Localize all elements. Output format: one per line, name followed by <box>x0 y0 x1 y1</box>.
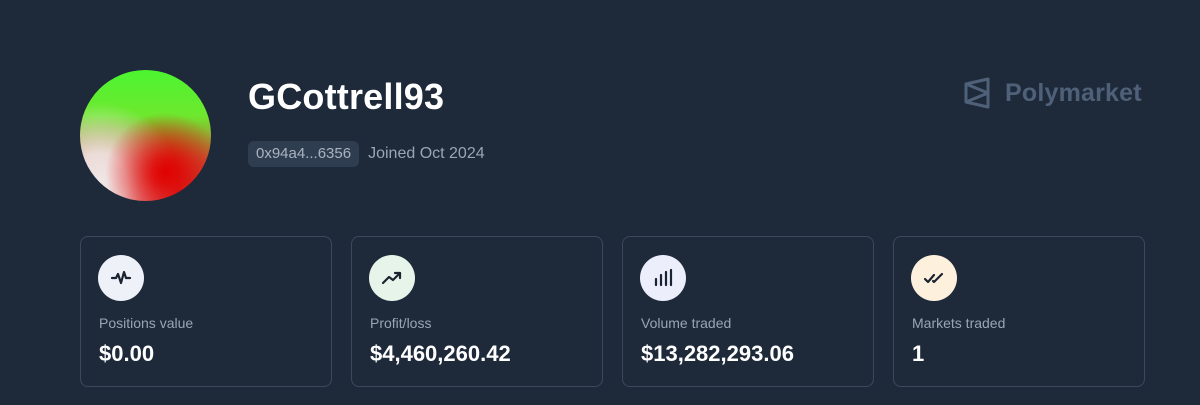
stat-card-positions-value: Positions value $0.00 <box>80 236 332 387</box>
username: GCottrell93 <box>248 76 445 117</box>
double-check-icon <box>911 255 957 301</box>
joined-date: Joined Oct 2024 <box>368 145 485 162</box>
stat-value: $0.00 <box>99 341 155 366</box>
stat-card-volume-traded: Volume traded $13,282,293.06 <box>622 236 874 387</box>
stat-value: $13,282,293.06 <box>641 341 794 366</box>
brand-logo[interactable]: Polymarket <box>963 76 1142 110</box>
bar-chart-icon <box>640 255 686 301</box>
polymarket-logo-icon <box>964 77 990 109</box>
stat-value: 1 <box>912 341 925 366</box>
stat-value: $4,460,260.42 <box>370 341 511 366</box>
profile-page: GCottrell93 0x94a4...6356 Joined Oct 202… <box>0 0 1200 405</box>
activity-pulse-icon <box>98 255 144 301</box>
stat-label: Markets traded <box>912 315 1006 331</box>
stat-card-markets-traded: Markets traded 1 <box>893 236 1145 387</box>
stat-card-profit-loss: Profit/loss $4,460,260.42 <box>351 236 603 387</box>
avatar <box>80 70 211 201</box>
stat-label: Volume traded <box>641 315 732 331</box>
profile-meta: 0x94a4...6356 Joined Oct 2024 <box>248 141 485 167</box>
wallet-address-chip[interactable]: 0x94a4...6356 <box>248 141 360 167</box>
stat-label: Positions value <box>99 315 194 331</box>
brand-name: Polymarket <box>1005 78 1142 107</box>
trending-up-icon <box>369 255 415 301</box>
stat-label: Profit/loss <box>370 315 432 331</box>
